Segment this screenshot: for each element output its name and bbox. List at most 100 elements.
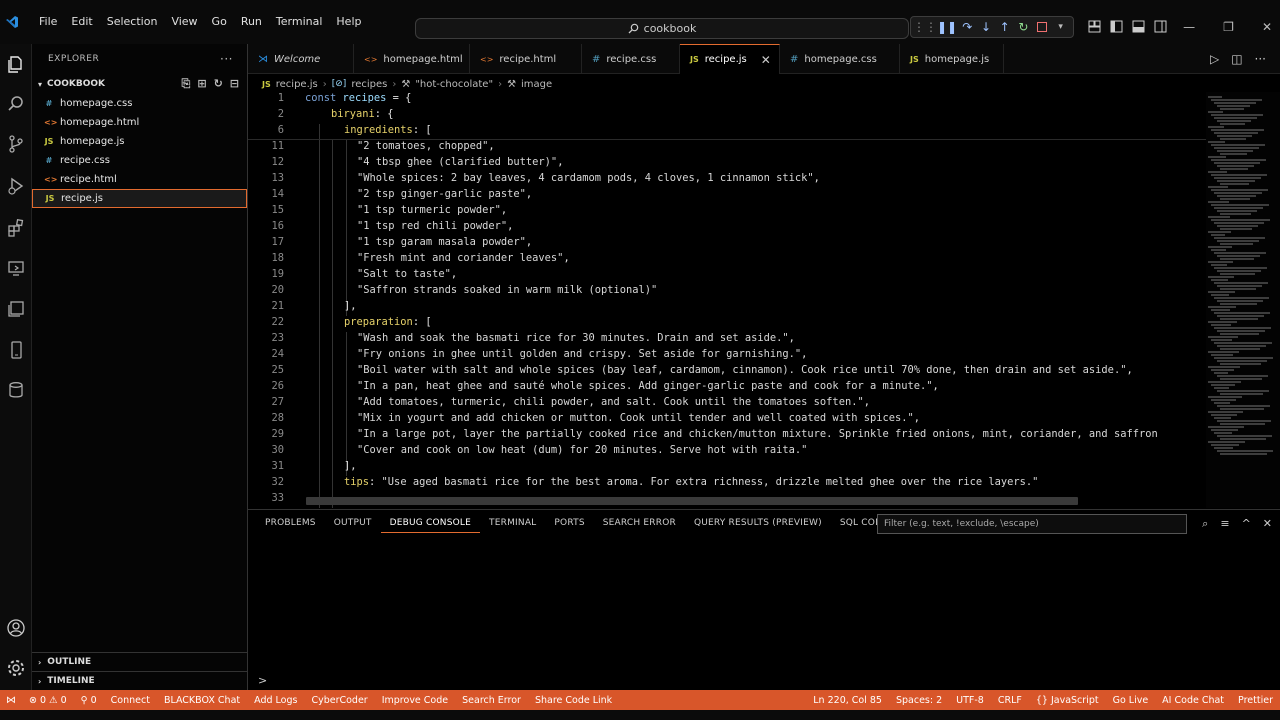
status-item[interactable]: Connect (104, 695, 157, 706)
menu-selection[interactable]: Selection (100, 10, 165, 34)
status-item[interactable]: UTF-8 (949, 695, 991, 706)
accounts-icon[interactable] (4, 616, 28, 640)
step-out-icon[interactable]: ↑ (998, 19, 1011, 35)
menu-file[interactable]: File (32, 10, 64, 34)
run-file-icon[interactable]: ▷ (1210, 52, 1219, 66)
collapse-all-icon[interactable]: ⊟ (230, 77, 239, 91)
pause-icon[interactable]: ❚❚ (937, 19, 957, 35)
status-item[interactable]: CRLF (991, 695, 1029, 706)
customize-layout-icon[interactable] (1088, 20, 1101, 33)
remote-indicator-icon[interactable]: ⋈ (0, 695, 22, 706)
close-panel-icon[interactable]: ✕ (1263, 517, 1272, 531)
status-item[interactable]: ⊗ 0 ⚠ 0 (22, 695, 74, 706)
toggle-secondary-sidebar-icon[interactable] (1154, 20, 1167, 33)
maximize-panel-icon[interactable]: ^ (1242, 517, 1251, 531)
breadcrumb-item[interactable]: recipe.js (276, 79, 318, 90)
file-item[interactable]: <> recipe.html (32, 170, 247, 189)
chevron-down-icon[interactable]: ▾ (1054, 19, 1067, 35)
horizontal-scrollbar[interactable] (306, 497, 1078, 505)
remote-explorer-icon[interactable] (4, 256, 28, 280)
explorer-icon[interactable] (4, 52, 28, 76)
debug-filter-input[interactable]: Filter (e.g. text, !exclude, \escape) (877, 514, 1187, 534)
split-editor-icon[interactable]: ◫ (1231, 52, 1242, 66)
close-icon[interactable]: ✕ (761, 53, 771, 67)
panel-tab-query-results-preview-[interactable]: QUERY RESULTS (PREVIEW) (685, 514, 831, 533)
status-item[interactable]: ⚲ 0 (74, 695, 104, 706)
tabs-manager-icon[interactable] (4, 297, 28, 321)
clear-console-icon[interactable]: ≡ (1220, 517, 1229, 531)
menu-terminal[interactable]: Terminal (269, 10, 330, 34)
panel-tab-problems[interactable]: PROBLEMS (256, 514, 325, 533)
search-icon[interactable]: ⌕ (1202, 517, 1208, 531)
extensions-icon[interactable] (4, 216, 28, 240)
tab-homepage-css[interactable]: # homepage.css (780, 44, 900, 74)
timeline-section[interactable]: › TIMELINE (32, 671, 247, 690)
status-item[interactable]: Ln 220, Col 85 (806, 695, 889, 706)
folder-cookbook[interactable]: ▾ COOKBOOK ⎘ ⊞ ↻ ⊟ (32, 74, 247, 94)
settings-gear-icon[interactable] (4, 656, 28, 680)
search-view-icon[interactable] (4, 92, 28, 116)
breadcrumb-item[interactable]: "hot-chocolate" (415, 79, 493, 90)
file-item[interactable]: JS recipe.js (32, 189, 247, 208)
minimap[interactable] (1206, 92, 1280, 508)
status-item[interactable]: AI Code Chat (1155, 695, 1231, 706)
new-folder-icon[interactable]: ⊞ (197, 77, 206, 91)
status-item[interactable]: Add Logs (247, 695, 304, 706)
panel-tab-search-error[interactable]: SEARCH ERROR (594, 514, 685, 533)
restart-icon[interactable]: ↻ (1017, 19, 1030, 35)
minimap-line (1217, 315, 1264, 317)
command-center-search[interactable]: cookbook (415, 18, 909, 39)
file-item[interactable]: # homepage.css (32, 94, 247, 113)
status-item[interactable]: Go Live (1106, 695, 1156, 706)
tab-recipe-html[interactable]: <> recipe.html (470, 44, 582, 74)
restore-icon[interactable]: ❐ (1223, 20, 1234, 34)
panel-tab-ports[interactable]: PORTS (545, 514, 593, 533)
new-file-icon[interactable]: ⎘ (182, 77, 191, 91)
status-item[interactable]: Improve Code (375, 695, 455, 706)
code-editor[interactable]: 1 const recipes = {2 biryani: {6 ingredient… (248, 92, 1206, 508)
drag-handle-icon[interactable]: ⋮⋮ (913, 19, 937, 35)
stop-icon[interactable] (1036, 19, 1049, 35)
status-item[interactable]: Prettier (1231, 695, 1280, 706)
panel-tab-debug-console[interactable]: DEBUG CONSOLE (380, 514, 481, 533)
database-icon[interactable] (4, 378, 28, 402)
device-preview-icon[interactable] (4, 338, 28, 362)
file-item[interactable]: JS homepage.js (32, 132, 247, 151)
breadcrumb-item[interactable]: image (521, 79, 552, 90)
tab-homepage-js[interactable]: JS homepage.js (900, 44, 1004, 74)
menu-edit[interactable]: Edit (64, 10, 99, 34)
console-prompt[interactable]: > (258, 674, 267, 687)
status-item[interactable]: BLACKBOX Chat (157, 695, 247, 706)
outline-section[interactable]: › OUTLINE (32, 652, 247, 671)
status-item[interactable]: Search Error (455, 695, 528, 706)
menu-run[interactable]: Run (234, 10, 269, 34)
tab-recipe-css[interactable]: # recipe.css (582, 44, 680, 74)
run-debug-icon[interactable] (4, 174, 28, 198)
menu-help[interactable]: Help (329, 10, 368, 34)
menu-go[interactable]: Go (205, 10, 234, 34)
status-item[interactable]: CyberCoder (304, 695, 374, 706)
status-item[interactable]: Spaces: 2 (889, 695, 949, 706)
toggle-panel-icon[interactable] (1132, 20, 1145, 33)
minimize-icon[interactable]: — (1183, 20, 1195, 34)
tab-welcome[interactable]: ⋊ Welcome (248, 44, 354, 74)
step-into-icon[interactable]: ↓ (980, 19, 993, 35)
status-item[interactable]: Share Code Link (528, 695, 619, 706)
source-control-icon[interactable] (4, 132, 28, 156)
toggle-sidebar-icon[interactable] (1110, 20, 1123, 33)
more-actions-icon[interactable]: ··· (220, 52, 233, 66)
panel-tab-terminal[interactable]: TERMINAL (480, 514, 545, 533)
menu-view[interactable]: View (164, 10, 204, 34)
breadcrumb-item[interactable]: recipes (351, 79, 387, 90)
tab-homepage-html[interactable]: <> homepage.html (354, 44, 470, 74)
more-actions-icon[interactable]: ··· (1255, 52, 1266, 66)
chevron-right-icon: › (498, 78, 503, 90)
status-item[interactable]: {} JavaScript (1029, 695, 1106, 706)
refresh-icon[interactable]: ↻ (214, 77, 223, 91)
file-item[interactable]: <> homepage.html (32, 113, 247, 132)
panel-tab-output[interactable]: OUTPUT (325, 514, 381, 533)
close-window-icon[interactable]: ✕ (1262, 20, 1272, 34)
step-over-icon[interactable]: ↷ (961, 19, 974, 35)
tab-recipe-js[interactable]: JS recipe.js ✕ (680, 44, 780, 74)
file-item[interactable]: # recipe.css (32, 151, 247, 170)
